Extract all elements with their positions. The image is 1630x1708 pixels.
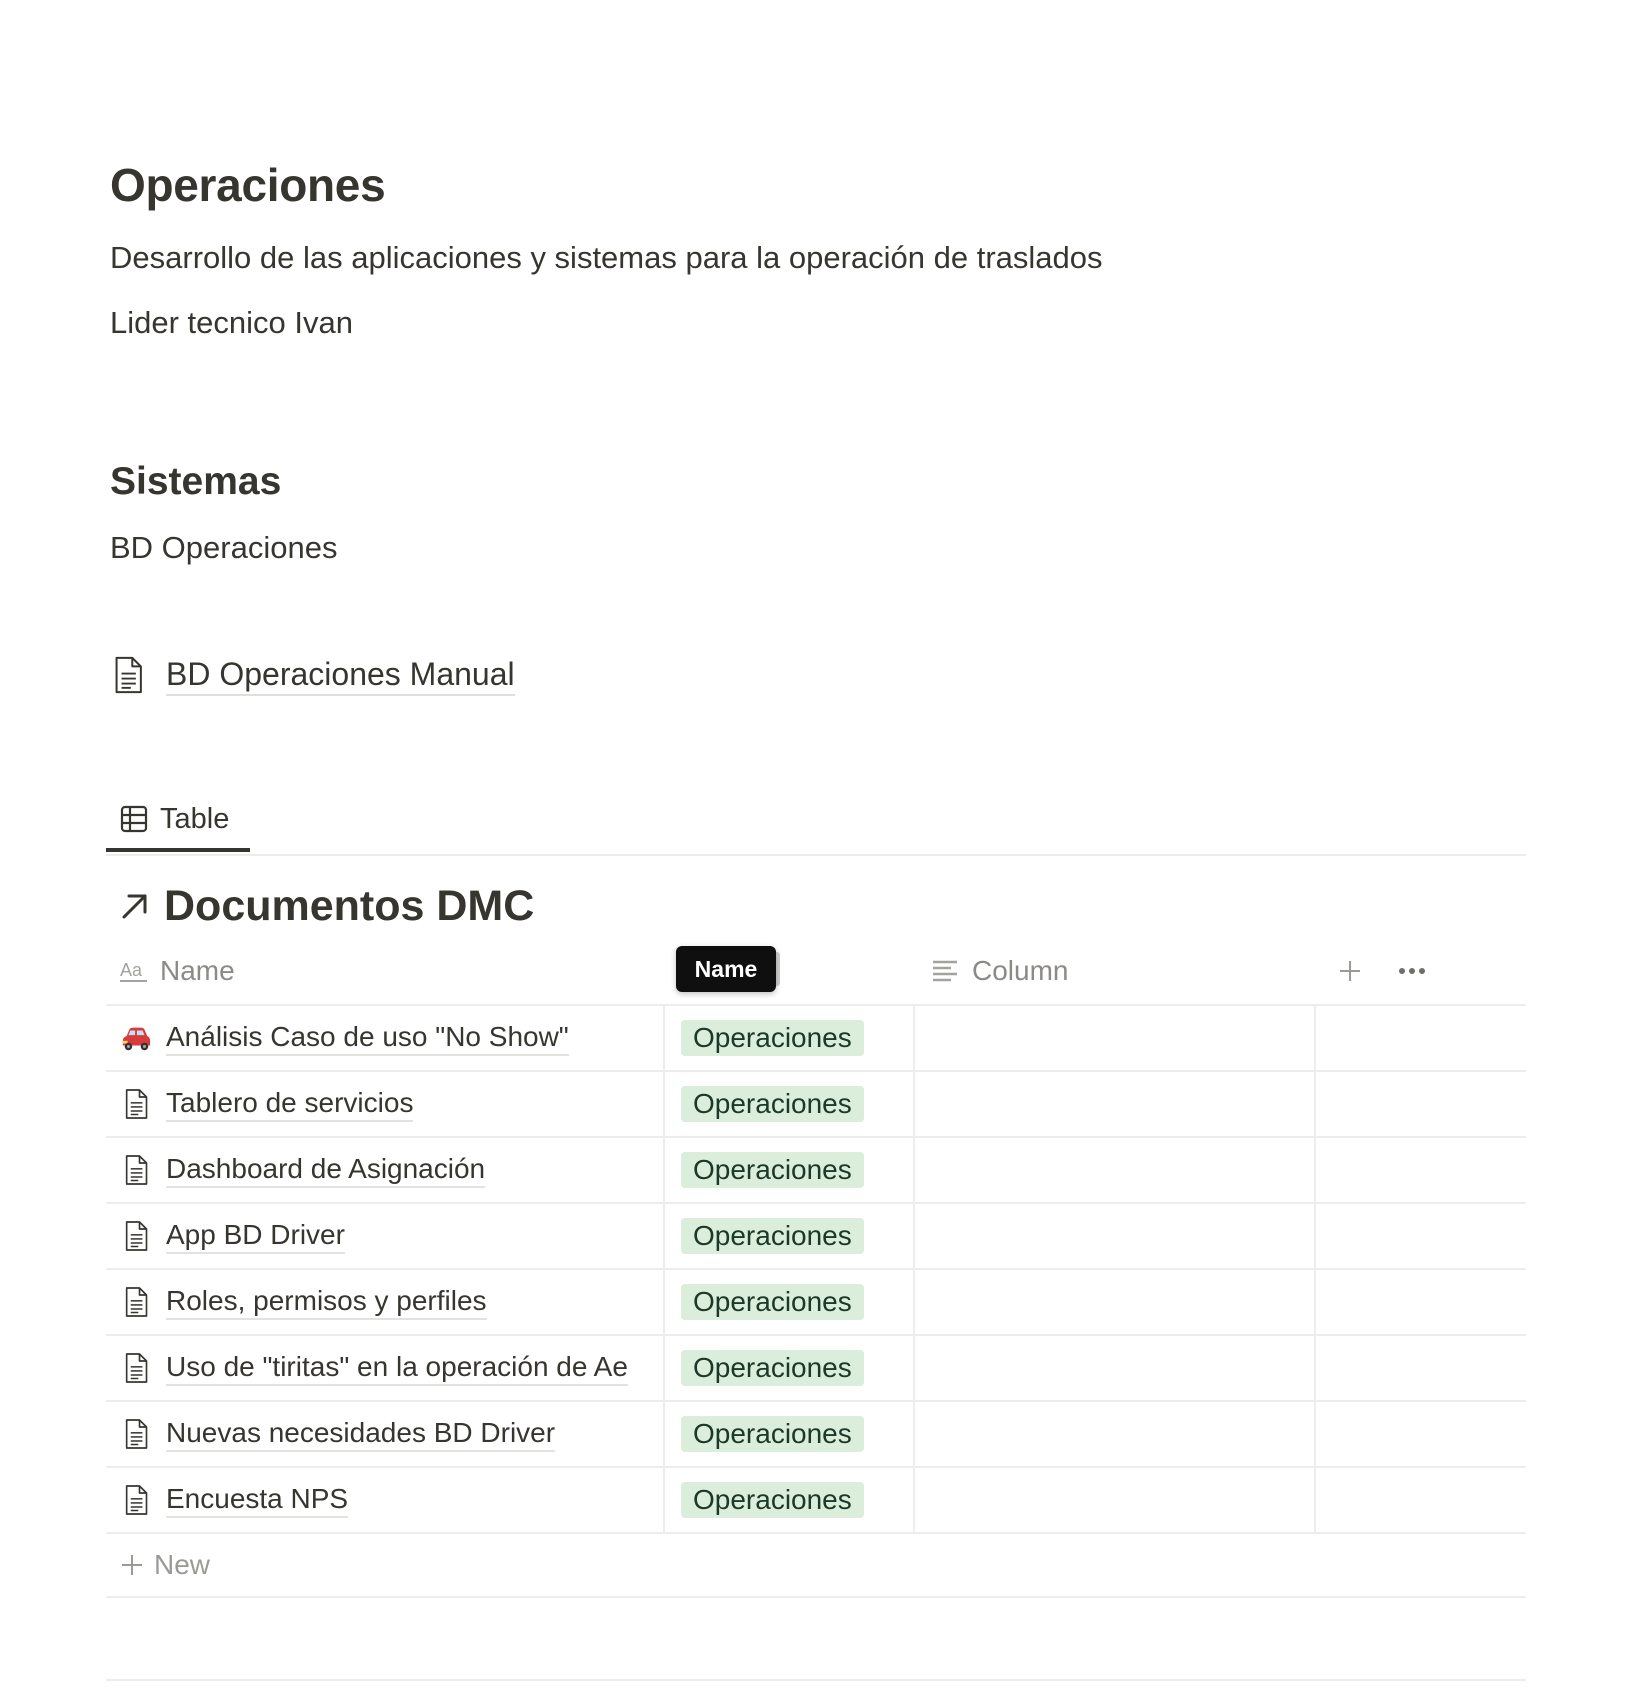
plus-icon (122, 1555, 142, 1575)
row-name-cell[interactable]: Roles, permisos y perfiles (106, 1270, 665, 1334)
table-row: Dashboard de Asignación Operaciones (106, 1138, 1526, 1204)
status-tag: Operaciones (681, 1416, 864, 1452)
database-title: Documentos DMC (164, 881, 535, 930)
text-property-icon: Aa (120, 960, 147, 982)
document-icon (115, 656, 142, 694)
table-row: Uso de "tiritas" en la operación de Ae O… (106, 1336, 1526, 1402)
row-title: Dashboard de Asignación (166, 1152, 486, 1188)
row-title: Encuesta NPS (166, 1482, 349, 1518)
table-body: Análisis Caso de uso "No Show" Operacion… (106, 1006, 1526, 1534)
table-row: Análisis Caso de uso "No Show" Operacion… (106, 1006, 1526, 1072)
svg-text:Aa: Aa (120, 960, 143, 980)
row-empty-cell (1316, 1006, 1526, 1070)
page-title: Operaciones (110, 159, 386, 211)
page-description: Desarrollo de las aplicaciones y sistema… (110, 240, 1103, 275)
table-header: Aa Name Name Column (106, 938, 1526, 1006)
row-title: App BD Driver (166, 1218, 345, 1254)
row-column-cell[interactable] (915, 1204, 1316, 1268)
column-header-name[interactable]: Aa Name (120, 938, 235, 1004)
status-tag: Operaciones (681, 1218, 864, 1254)
row-tag-cell[interactable]: Operaciones (665, 1468, 915, 1532)
row-empty-cell (1316, 1204, 1526, 1268)
row-title: Uso de "tiritas" en la operación de Ae (166, 1350, 628, 1386)
divider (106, 1679, 1526, 1681)
row-title: Nuevas necesidades BD Driver (166, 1416, 556, 1452)
row-column-cell[interactable] (915, 1270, 1316, 1334)
more-options-button[interactable] (1392, 938, 1432, 1004)
add-property-button[interactable] (1332, 938, 1368, 1004)
status-tag: Operaciones (681, 1020, 864, 1056)
ellipsis-icon (1399, 968, 1425, 974)
table-row: Tablero de servicios Operaciones (106, 1072, 1526, 1138)
row-empty-cell (1316, 1402, 1526, 1466)
page-link-label: BD Operaciones Manual (166, 654, 515, 696)
row-name-cell[interactable]: Análisis Caso de uso "No Show" (106, 1006, 665, 1070)
row-name-cell[interactable]: Nuevas necesidades BD Driver (106, 1402, 665, 1466)
arrow-up-right-icon (122, 894, 147, 919)
sistemas-heading: Sistemas (110, 460, 282, 503)
column-tooltip: Name (676, 946, 776, 992)
row-name-cell[interactable]: App BD Driver (106, 1204, 665, 1268)
table-icon (120, 805, 148, 833)
column-name-label: Name (160, 955, 235, 986)
row-column-cell[interactable] (915, 1072, 1316, 1136)
row-column-cell[interactable] (915, 1006, 1316, 1070)
tech-lead-text: Lider tecnico Ivan (110, 305, 353, 340)
table-row: Roles, permisos y perfiles Operaciones (106, 1270, 1526, 1336)
row-empty-cell (1316, 1468, 1526, 1532)
document-icon (120, 1416, 152, 1452)
tab-table-label: Table (160, 802, 230, 835)
row-column-cell[interactable] (915, 1468, 1316, 1532)
status-tag: Operaciones (681, 1350, 864, 1386)
row-tag-cell[interactable]: Operaciones (665, 1072, 915, 1136)
row-empty-cell (1316, 1138, 1526, 1202)
document-icon (120, 1218, 152, 1254)
table-row: App BD Driver Operaciones (106, 1204, 1526, 1270)
new-row-label: New (154, 1549, 211, 1580)
row-name-cell[interactable]: Dashboard de Asignación (106, 1138, 665, 1202)
row-tag-cell[interactable]: Operaciones (665, 1336, 915, 1400)
row-name-cell[interactable]: Encuesta NPS (106, 1468, 665, 1532)
column-header-column[interactable]: Column (932, 938, 1068, 1004)
document-icon (120, 1152, 152, 1188)
row-tag-cell[interactable]: Operaciones (665, 1138, 915, 1202)
bd-operaciones-manual-link[interactable]: BD Operaciones Manual (110, 650, 515, 700)
row-tag-cell[interactable]: Operaciones (665, 1006, 915, 1070)
plus-icon (1340, 961, 1360, 981)
row-tag-cell[interactable]: Operaciones (665, 1204, 915, 1268)
table-row: Encuesta NPS Operaciones (106, 1468, 1526, 1534)
row-column-cell[interactable] (915, 1402, 1316, 1466)
row-title: Tablero de servicios (166, 1086, 414, 1122)
row-title: Análisis Caso de uso "No Show" (166, 1020, 569, 1056)
view-tabs: Table (106, 790, 1526, 856)
document-icon (120, 1284, 152, 1320)
row-name-cell[interactable]: Uso de "tiritas" en la operación de Ae (106, 1336, 665, 1400)
row-column-cell[interactable] (915, 1138, 1316, 1202)
row-empty-cell (1316, 1072, 1526, 1136)
table-row: Nuevas necesidades BD Driver Operaciones (106, 1402, 1526, 1468)
car-icon (120, 1020, 152, 1056)
document-icon (120, 1350, 152, 1386)
row-tag-cell[interactable]: Operaciones (665, 1402, 915, 1466)
row-empty-cell (1316, 1270, 1526, 1334)
database-title-link[interactable]: Documentos DMC (120, 876, 534, 936)
sistemas-text: BD Operaciones (110, 530, 338, 565)
status-tag: Operaciones (681, 1152, 864, 1188)
tab-table[interactable]: Table (106, 790, 250, 852)
status-tag: Operaciones (681, 1086, 864, 1122)
text-lines-icon (933, 960, 957, 982)
row-empty-cell (1316, 1336, 1526, 1400)
column-column-label: Column (972, 955, 1069, 986)
new-row-button[interactable]: New (106, 1534, 1526, 1598)
row-tag-cell[interactable]: Operaciones (665, 1270, 915, 1334)
row-column-cell[interactable] (915, 1336, 1316, 1400)
status-tag: Operaciones (681, 1482, 864, 1518)
document-icon (120, 1482, 152, 1518)
row-title: Roles, permisos y perfiles (166, 1284, 487, 1320)
row-name-cell[interactable]: Tablero de servicios (106, 1072, 665, 1136)
database-table: Aa Name Name Column Análisis Caso de uso… (106, 938, 1526, 1598)
status-tag: Operaciones (681, 1284, 864, 1320)
document-icon (120, 1086, 152, 1122)
